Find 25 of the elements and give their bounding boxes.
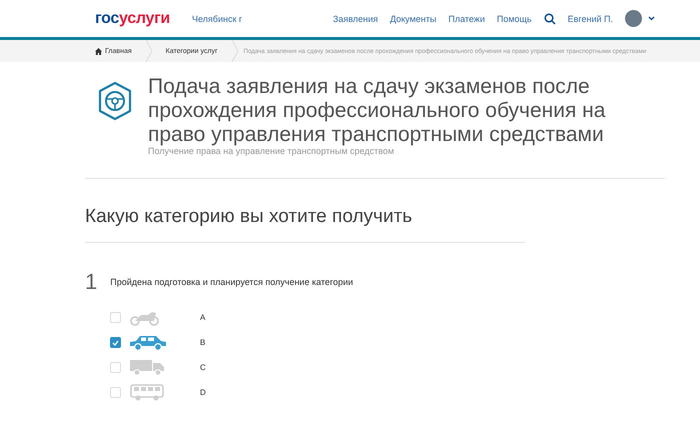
home-icon	[95, 48, 102, 54]
section-title: Какую категорию вы хотите получить	[85, 179, 525, 243]
category-label: A	[200, 313, 206, 322]
nav-link[interactable]: Помощь	[496, 14, 532, 24]
service-title: Подача заявления на сдачу экзаменов после прохождения профессионального обучения на право управления транспортными средствами	[148, 75, 606, 147]
logo[interactable]: госуслуги	[95, 10, 170, 28]
service-subtitle: Получение права на управление транспортным средством	[148, 146, 396, 156]
user-name[interactable]: Евгений П.	[568, 14, 613, 24]
breadcrumb-separator-icon	[232, 40, 238, 62]
category-label: D	[200, 388, 206, 397]
avatar[interactable]	[625, 10, 642, 27]
nav-link[interactable]: Платежи	[448, 14, 485, 24]
category-label: B	[200, 338, 206, 347]
nav-link[interactable]: Заявления	[332, 14, 378, 24]
nav-link[interactable]: Документы	[390, 14, 436, 24]
car-icon	[128, 334, 168, 351]
category-label: C	[200, 363, 206, 372]
question-number: 1	[85, 269, 98, 295]
search-icon[interactable]	[544, 12, 556, 24]
chevron-down-icon[interactable]	[648, 16, 655, 21]
checkbox[interactable]	[110, 337, 121, 348]
city-link[interactable]: Челябинск г	[192, 14, 242, 24]
breadcrumb-separator-icon	[146, 40, 152, 62]
question-text: Пройдена подготовка и планируется получение категории	[110, 277, 354, 287]
check-icon	[112, 340, 119, 346]
